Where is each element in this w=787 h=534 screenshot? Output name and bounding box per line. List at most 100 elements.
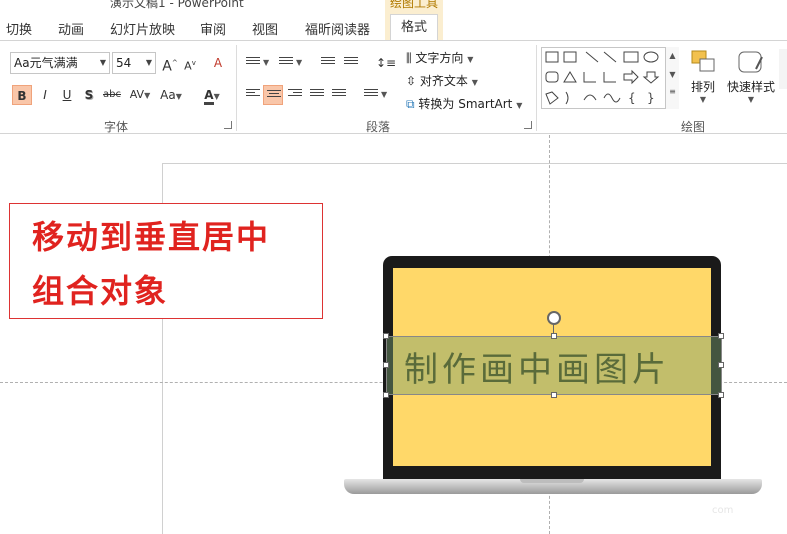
strikethrough-icon: abc bbox=[103, 89, 121, 100]
resize-handle[interactable] bbox=[718, 362, 724, 368]
tab-foxit-reader[interactable]: 福昕阅读器 bbox=[305, 19, 370, 38]
decrease-indent-button[interactable] bbox=[318, 53, 338, 73]
bold-button[interactable]: B bbox=[12, 85, 32, 105]
arrange-label: 排列 bbox=[690, 80, 715, 94]
align-text-icon: ⇳ bbox=[406, 74, 417, 88]
paragraph-dialog-launcher-icon[interactable] bbox=[524, 121, 532, 129]
align-text-label: 对齐文本 bbox=[419, 74, 468, 88]
resize-handle[interactable] bbox=[383, 333, 389, 339]
arrange-button[interactable]: 排列 ▼ bbox=[686, 49, 720, 104]
paragraph-group-label: 段落 bbox=[366, 120, 391, 134]
rotate-handle[interactable] bbox=[547, 311, 561, 325]
contextual-tab-group-label: 绘图工具 bbox=[389, 0, 438, 10]
text-direction-icon: ⫼ bbox=[406, 51, 412, 65]
tab-animations[interactable]: 动画 bbox=[58, 19, 84, 38]
increase-indent-icon bbox=[344, 57, 358, 69]
arrange-icon bbox=[691, 50, 715, 72]
clear-formatting-button[interactable]: A bbox=[208, 53, 228, 73]
quick-styles-button[interactable]: 快速样式 ▼ bbox=[726, 49, 776, 104]
shapes-gallery[interactable]: { } bbox=[541, 47, 679, 109]
callout-line-1: 移动到垂直居中 bbox=[32, 218, 271, 256]
resize-handle[interactable] bbox=[383, 392, 389, 398]
resize-handle[interactable] bbox=[551, 333, 557, 339]
smartart-icon: ⧉ bbox=[406, 97, 415, 111]
grow-font-icon: A bbox=[162, 58, 172, 75]
underline-button[interactable]: U bbox=[57, 85, 77, 105]
tab-review[interactable]: 审阅 bbox=[200, 19, 226, 38]
ribbon: Aa元气满满 ▼ 54 ▼ A^ Av A B I U S abc AV▼ Aa… bbox=[0, 40, 787, 134]
align-left-icon bbox=[246, 89, 260, 101]
quick-styles-icon bbox=[738, 51, 763, 73]
align-text-button[interactable]: ⇳ 对齐文本 ▼ bbox=[406, 72, 478, 89]
align-right-button[interactable] bbox=[285, 85, 305, 105]
bullets-icon bbox=[246, 57, 260, 69]
ribbon-overflow-edge bbox=[779, 49, 787, 89]
shadow-icon: S bbox=[84, 88, 94, 102]
scroll-down-icon[interactable]: ▼ bbox=[666, 70, 679, 79]
chevron-down-icon: ▼ bbox=[145, 58, 152, 67]
tab-format[interactable]: 格式 bbox=[390, 14, 439, 41]
group-divider bbox=[536, 45, 537, 131]
laptop-notch bbox=[520, 479, 584, 483]
tab-slideshow[interactable]: 幻灯片放映 bbox=[110, 19, 175, 38]
watermark: com bbox=[712, 505, 734, 516]
quick-styles-label: 快速样式 bbox=[726, 80, 775, 94]
align-left-button[interactable] bbox=[243, 85, 263, 105]
slide-work-area[interactable]: 移动到垂直居中 组合对象 制作画中画图片 com bbox=[0, 135, 787, 534]
svg-text:}: } bbox=[647, 91, 655, 105]
increase-indent-button[interactable] bbox=[341, 53, 361, 73]
italic-icon: I bbox=[43, 88, 47, 102]
font-group-label: 字体 bbox=[104, 120, 129, 134]
convert-to-smartart-button[interactable]: ⧉ 转换为 SmartArt ▼ bbox=[406, 95, 522, 112]
resize-handle[interactable] bbox=[551, 392, 557, 398]
align-center-icon bbox=[267, 90, 281, 102]
picture-text[interactable]: 制作画中画图片 bbox=[404, 342, 670, 391]
font-size-combo[interactable]: 54 ▼ bbox=[112, 52, 156, 74]
italic-button[interactable]: I bbox=[35, 85, 55, 105]
character-spacing-button[interactable]: AV▼ bbox=[127, 85, 153, 105]
change-case-icon: Aa bbox=[160, 88, 176, 102]
tab-transitions[interactable]: 切换 bbox=[6, 19, 32, 38]
numbering-button[interactable]: ▼ bbox=[276, 53, 304, 73]
shrink-font-icon: A bbox=[184, 59, 192, 73]
callout-line-2: 组合对象 bbox=[32, 272, 169, 310]
window-title: 演示文稿1 - PowerPoint bbox=[110, 0, 244, 10]
instruction-callout: 移动到垂直居中 组合对象 bbox=[9, 203, 323, 319]
resize-handle[interactable] bbox=[718, 333, 724, 339]
align-center-button[interactable] bbox=[263, 85, 283, 105]
columns-button[interactable]: ▼ bbox=[361, 85, 389, 105]
svg-text:{: { bbox=[628, 91, 636, 105]
text-shadow-button[interactable]: S bbox=[79, 85, 99, 105]
font-color-button[interactable]: A▼ bbox=[198, 85, 226, 105]
font-size-value: 54 bbox=[116, 56, 132, 70]
character-spacing-icon: AV bbox=[129, 88, 145, 101]
resize-handle[interactable] bbox=[718, 392, 724, 398]
justify-icon bbox=[310, 89, 324, 101]
line-spacing-button[interactable]: ↕≡ bbox=[372, 53, 400, 73]
strikethrough-button[interactable]: abc bbox=[101, 85, 123, 105]
numbering-icon bbox=[279, 57, 293, 69]
bullets-button[interactable]: ▼ bbox=[243, 53, 271, 73]
align-right-icon bbox=[288, 89, 302, 101]
gallery-more-icon[interactable]: ≡ bbox=[666, 87, 679, 96]
text-direction-button[interactable]: ⫼ 文字方向 ▼ bbox=[406, 49, 473, 66]
distributed-button[interactable] bbox=[329, 85, 349, 105]
shapes-gallery-scrollbar[interactable]: ▲ ▼ ≡ bbox=[665, 47, 679, 109]
line-spacing-icon: ↕≡ bbox=[375, 56, 397, 70]
grow-font-button[interactable]: A^ bbox=[160, 53, 180, 75]
drawing-group-label: 绘图 bbox=[681, 120, 706, 134]
columns-icon bbox=[364, 89, 378, 101]
justify-button[interactable] bbox=[307, 85, 327, 105]
tab-view[interactable]: 视图 bbox=[252, 19, 278, 38]
change-case-button[interactable]: Aa▼ bbox=[157, 85, 185, 105]
font-dialog-launcher-icon[interactable] bbox=[224, 121, 232, 129]
resize-handle[interactable] bbox=[383, 362, 389, 368]
font-name-value: Aa元气满满 bbox=[14, 56, 78, 70]
bold-icon: B bbox=[17, 89, 27, 103]
eraser-icon: A bbox=[213, 56, 223, 70]
font-name-combo[interactable]: Aa元气满满 ▼ bbox=[10, 52, 110, 74]
font-color-icon: A bbox=[204, 88, 214, 105]
shrink-font-button[interactable]: Av bbox=[180, 53, 200, 73]
underline-icon: U bbox=[62, 88, 72, 102]
scroll-up-icon[interactable]: ▲ bbox=[666, 51, 679, 60]
